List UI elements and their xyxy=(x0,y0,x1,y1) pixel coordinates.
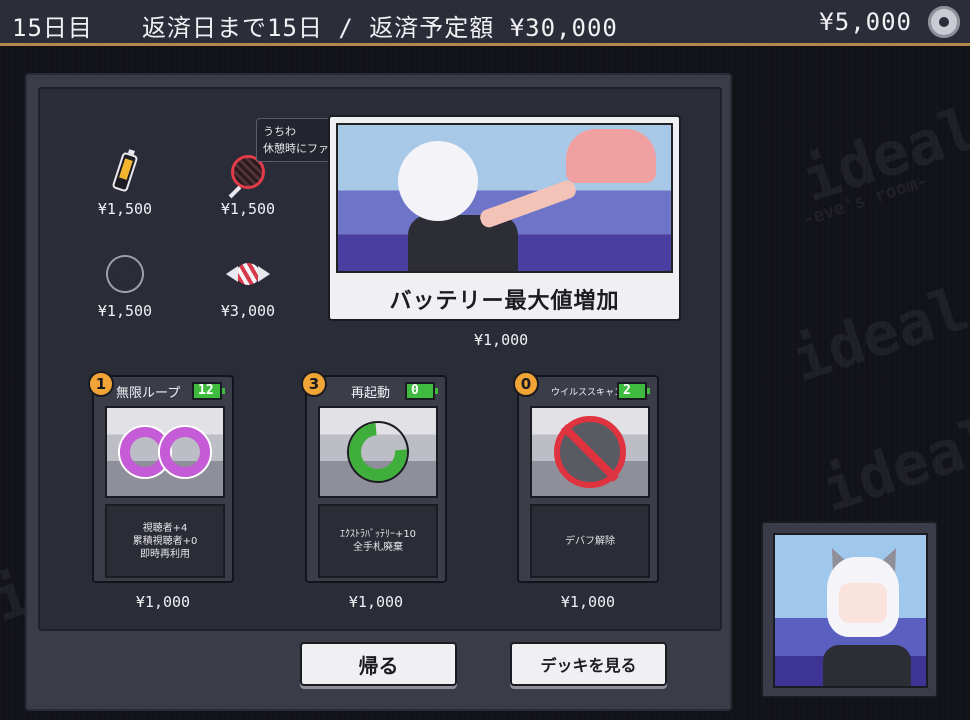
shop-item-cable[interactable]: ¥1,500 xyxy=(75,250,175,320)
battery-icon xyxy=(103,150,147,194)
card-desc-line: 累積視聴者+0 xyxy=(132,535,198,547)
view-deck-button[interactable]: デッキを見る xyxy=(510,642,667,686)
card-name: ウイルススキャン xyxy=(551,388,624,398)
card-art xyxy=(530,406,650,498)
money-display: ¥5,000 xyxy=(819,8,912,36)
featured-illustration xyxy=(336,123,673,273)
item-price: ¥1,500 xyxy=(220,200,276,218)
card-art xyxy=(105,406,225,498)
card-description: 視聴者+4 累積視聴者+0 即時再利用 xyxy=(105,504,225,578)
card-desc-line: 視聴者+4 xyxy=(142,522,188,534)
card-cost: 0 xyxy=(513,371,539,397)
restart-arrow-icon xyxy=(337,411,419,493)
card-name: 再起動 xyxy=(351,386,391,401)
card-restart[interactable]: 3 再起動 0 ｴｸｽﾄﾗﾊﾞｯﾃﾘｰ+10 全手札廃棄 xyxy=(301,371,447,583)
card-price: ¥1,000 xyxy=(135,593,191,611)
repayment-info: 返済日まで15日 / 返済予定額 ¥30,000 xyxy=(142,14,618,42)
card-name: 無限ループ xyxy=(116,386,181,401)
card-price: ¥1,000 xyxy=(560,593,616,611)
card-price: ¥1,000 xyxy=(348,593,404,611)
card-battery: 12 xyxy=(192,382,225,400)
character-portrait xyxy=(773,533,928,688)
card-desc-line: ｴｸｽﾄﾗﾊﾞｯﾃﾘｰ+10 xyxy=(339,529,417,540)
featured-upgrade-card[interactable]: バッテリー最大値増加 xyxy=(328,115,681,321)
character-portrait-frame xyxy=(761,521,938,698)
shop-item-battery[interactable]: ¥1,500 xyxy=(75,150,175,218)
item-price: ¥3,000 xyxy=(220,302,276,320)
featured-title: バッテリー最大値増加 xyxy=(389,289,620,314)
card-desc-line: 全手札廃棄 xyxy=(353,542,403,553)
card-description: ｴｸｽﾄﾗﾊﾞｯﾃﾘｰ+10 全手札廃棄 xyxy=(318,504,438,578)
card-battery: 2 xyxy=(617,382,650,400)
card-cost: 1 xyxy=(88,371,114,397)
card-description: デバフ解除 xyxy=(530,504,650,578)
item-price: ¥1,500 xyxy=(97,200,153,218)
day-counter: 15日目 xyxy=(12,14,93,42)
featured-price: ¥1,000 xyxy=(474,331,529,349)
card-cost: 3 xyxy=(301,371,327,397)
card-battery: 0 xyxy=(405,382,438,400)
shop-item-candy[interactable]: ¥3,000 xyxy=(198,252,298,320)
card-virus-scan[interactable]: 0 ウイルススキャン 2 デバフ解除 xyxy=(513,371,659,583)
card-desc-line: デバフ解除 xyxy=(565,535,615,547)
card-desc-line: 即時再利用 xyxy=(140,548,190,560)
item-price: ¥1,500 xyxy=(97,302,153,320)
gear-icon[interactable] xyxy=(928,6,960,38)
card-art xyxy=(318,406,438,498)
infinity-icon xyxy=(120,427,210,477)
candy-icon xyxy=(226,252,270,296)
card-infinite-loop[interactable]: 1 無限ループ 12 視聴者+4 累積視聴者+0 即時再利用 xyxy=(88,371,234,583)
top-bar: 15日目 返済日まで15日 / 返済予定額 ¥30,000 ¥5,000 xyxy=(0,0,970,46)
back-button[interactable]: 帰る xyxy=(300,642,457,686)
no-virus-icon xyxy=(554,416,626,488)
cable-icon xyxy=(101,250,149,298)
